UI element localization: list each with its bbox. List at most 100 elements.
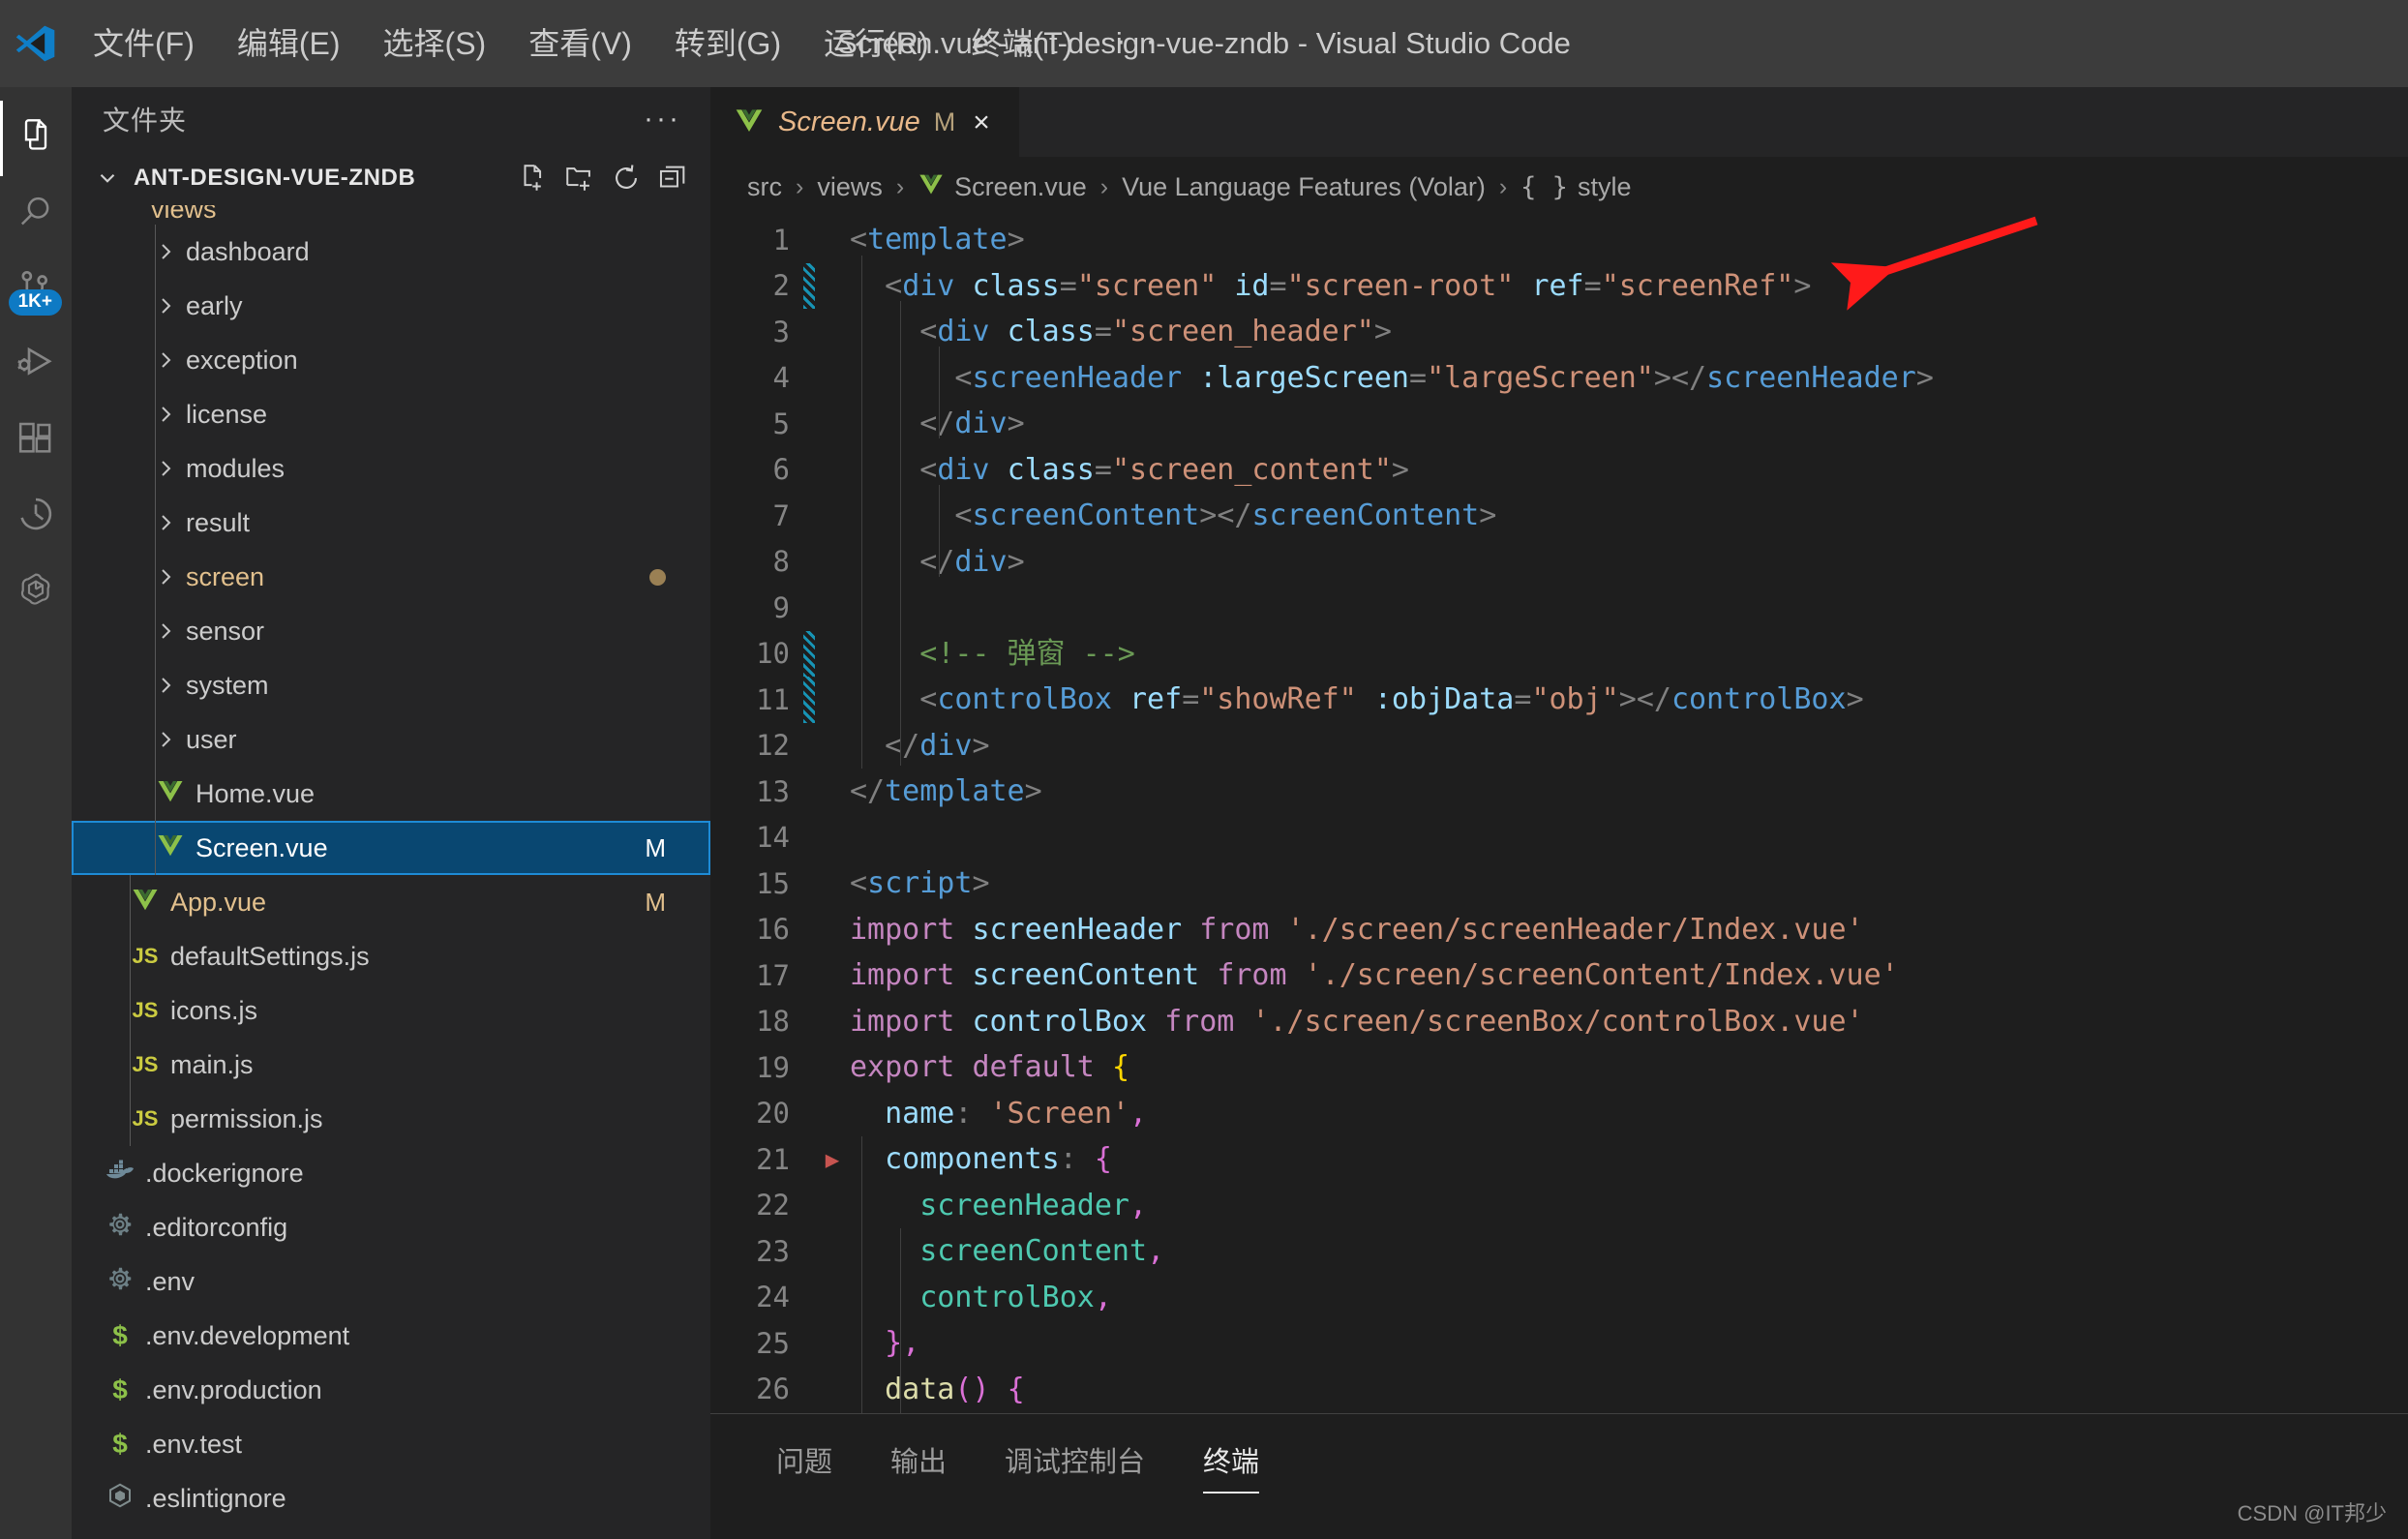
close-icon[interactable]: ×: [969, 107, 994, 137]
menu-item-file[interactable]: 文件(F): [72, 22, 216, 65]
menu-item-selection[interactable]: 选择(S): [362, 22, 508, 65]
activity-run-and-debug[interactable]: [0, 327, 72, 403]
tree-label: license: [186, 399, 268, 429]
tree-row[interactable]: JS main.js: [72, 1038, 710, 1092]
tree-row[interactable]: App.vue M: [72, 875, 710, 929]
panel-tab-problems[interactable]: 问题: [747, 1439, 861, 1480]
file-tree[interactable]: views dashboard early exception license modu…: [72, 205, 710, 1539]
tree-row-views[interactable]: views: [72, 205, 710, 225]
fold-marker[interactable]: ▶: [815, 1146, 850, 1173]
project-root-row[interactable]: ANT-DESIGN-VUE-ZNDB: [72, 151, 710, 205]
code-line[interactable]: 25 },: [710, 1320, 2408, 1367]
tab-screen-vue[interactable]: Screen.vue M ×: [710, 87, 1019, 157]
tree-row[interactable]: $ .env.development: [72, 1309, 710, 1363]
line-number: 8: [772, 545, 790, 579]
tree-row[interactable]: exception: [72, 333, 710, 387]
code-line[interactable]: 10 <!-- 弹窗 -->: [710, 630, 2408, 677]
code-line[interactable]: 14: [710, 815, 2408, 861]
tree-row[interactable]: .eslintignore: [72, 1471, 710, 1525]
code-line[interactable]: 5 </div>: [710, 401, 2408, 447]
tree-row[interactable]: dashboard: [72, 225, 710, 279]
activity-explorer[interactable]: [0, 101, 72, 176]
menu-item-run[interactable]: 运行(R): [802, 22, 949, 65]
tree-row[interactable]: license: [72, 387, 710, 441]
code-line[interactable]: 15 <script>: [710, 860, 2408, 907]
chevron-down-icon[interactable]: [87, 166, 128, 191]
activity-chatgpt[interactable]: [0, 554, 72, 629]
tree-label: views: [151, 205, 217, 224]
git-change-marker: [803, 723, 815, 770]
tree-row[interactable]: modules: [72, 441, 710, 496]
panel-tab-terminal[interactable]: 终端: [1174, 1439, 1288, 1494]
code-line[interactable]: 26 data() {: [710, 1367, 2408, 1413]
code-line[interactable]: 8 </div>: [710, 539, 2408, 586]
panel-tab-debug-console[interactable]: 调试控制台: [976, 1439, 1174, 1480]
vscode-logo-icon: [0, 21, 72, 66]
code-line[interactable]: 7 <screenContent></screenContent>: [710, 493, 2408, 539]
breadcrumb-item-style[interactable]: { } style: [1520, 172, 1631, 202]
breadcrumb-item-views[interactable]: views: [817, 172, 883, 202]
new-file-icon[interactable]: [517, 162, 550, 195]
tree-row[interactable]: $ .env.production: [72, 1363, 710, 1417]
tab-modified-badge: M: [933, 107, 956, 136]
code-line[interactable]: 21 ▶ components: {: [710, 1136, 2408, 1183]
collapse-all-icon[interactable]: [656, 162, 689, 195]
code-line[interactable]: 12 </div>: [710, 723, 2408, 770]
code-text: <controlBox ref="showRef" :objData="obj"…: [919, 682, 1864, 716]
tree-row[interactable]: JS permission.js: [72, 1092, 710, 1146]
menu-item-terminal[interactable]: 终端(T): [950, 22, 1095, 65]
code-line[interactable]: 13 </template>: [710, 769, 2408, 815]
tree-row[interactable]: screen: [72, 550, 710, 604]
tree-label: sensor: [186, 616, 265, 646]
tree-row[interactable]: Home.vue: [72, 767, 710, 821]
menu-item-edit[interactable]: 编辑(E): [216, 22, 362, 65]
tree-row[interactable]: sensor: [72, 604, 710, 658]
code-line[interactable]: 3 <div class="screen_header">: [710, 309, 2408, 355]
code-line[interactable]: 4 <screenHeader :largeScreen="largeScree…: [710, 355, 2408, 402]
code-line[interactable]: 6 <div class="screen_content">: [710, 447, 2408, 494]
breadcrumb-item-volar[interactable]: Vue Language Features (Volar): [1122, 172, 1486, 202]
tree-row[interactable]: Screen.vue M: [72, 821, 710, 875]
code-line[interactable]: 24 controlBox,: [710, 1275, 2408, 1321]
tree-row[interactable]: .editorconfig: [72, 1200, 710, 1254]
menu-bar[interactable]: 文件(F) 编辑(E) 选择(S) 查看(V) 转到(G) 运行(R) 终端(T…: [72, 22, 1181, 65]
tree-row[interactable]: JS icons.js: [72, 983, 710, 1038]
js-file-icon: JS: [132, 1052, 159, 1076]
menu-item-more[interactable]: ···: [1094, 24, 1181, 63]
line-number: 5: [772, 407, 790, 440]
code-line[interactable]: 9: [710, 585, 2408, 631]
activity-source-control[interactable]: 1K+: [0, 252, 72, 327]
code-line[interactable]: 1 <template>: [710, 217, 2408, 263]
breadcrumb[interactable]: src › views › Screen.vue › Vue Language …: [710, 157, 2408, 217]
tree-row[interactable]: user: [72, 712, 710, 767]
tree-row[interactable]: $ .env.test: [72, 1417, 710, 1471]
code-line[interactable]: 16 import screenHeader from './screen/scr…: [710, 907, 2408, 953]
code-line[interactable]: 2 <div class="screen" id="screen-root" r…: [710, 262, 2408, 309]
tree-row[interactable]: early: [72, 279, 710, 333]
breadcrumb-item-src[interactable]: src: [747, 172, 782, 202]
code-editor[interactable]: 1 <template> 2 <div class="screen" id="scr…: [710, 217, 2408, 1413]
tree-row[interactable]: .env: [72, 1254, 710, 1309]
breadcrumb-item-screen-vue[interactable]: Screen.vue: [918, 170, 1087, 204]
activity-timeline[interactable]: [0, 478, 72, 554]
code-line[interactable]: 17 import screenContent from './screen/sc…: [710, 952, 2408, 999]
activity-extensions[interactable]: [0, 403, 72, 478]
code-line[interactable]: 22 screenHeader,: [710, 1183, 2408, 1229]
code-line[interactable]: 18 import controlBox from './screen/scree…: [710, 999, 2408, 1045]
tree-row[interactable]: JS defaultSettings.js: [72, 929, 710, 983]
panel-tab-output[interactable]: 输出: [861, 1439, 976, 1480]
code-line[interactable]: 20 name: 'Screen',: [710, 1091, 2408, 1137]
menu-item-view[interactable]: 查看(V): [507, 22, 653, 65]
new-folder-icon[interactable]: [563, 162, 596, 195]
sidebar-more-icon[interactable]: ···: [644, 103, 681, 136]
menu-item-go[interactable]: 转到(G): [653, 22, 802, 65]
tree-row[interactable]: .dockerignore: [72, 1146, 710, 1200]
code-line[interactable]: 11 <controlBox ref="showRef" :objData="o…: [710, 677, 2408, 723]
braces-icon: { }: [1520, 171, 1568, 202]
tree-row[interactable]: result: [72, 496, 710, 550]
tree-row[interactable]: system: [72, 658, 710, 712]
code-line[interactable]: 19 export default {: [710, 1044, 2408, 1091]
code-line[interactable]: 23 screenContent,: [710, 1228, 2408, 1275]
activity-search[interactable]: [0, 176, 72, 252]
refresh-icon[interactable]: [610, 162, 643, 195]
